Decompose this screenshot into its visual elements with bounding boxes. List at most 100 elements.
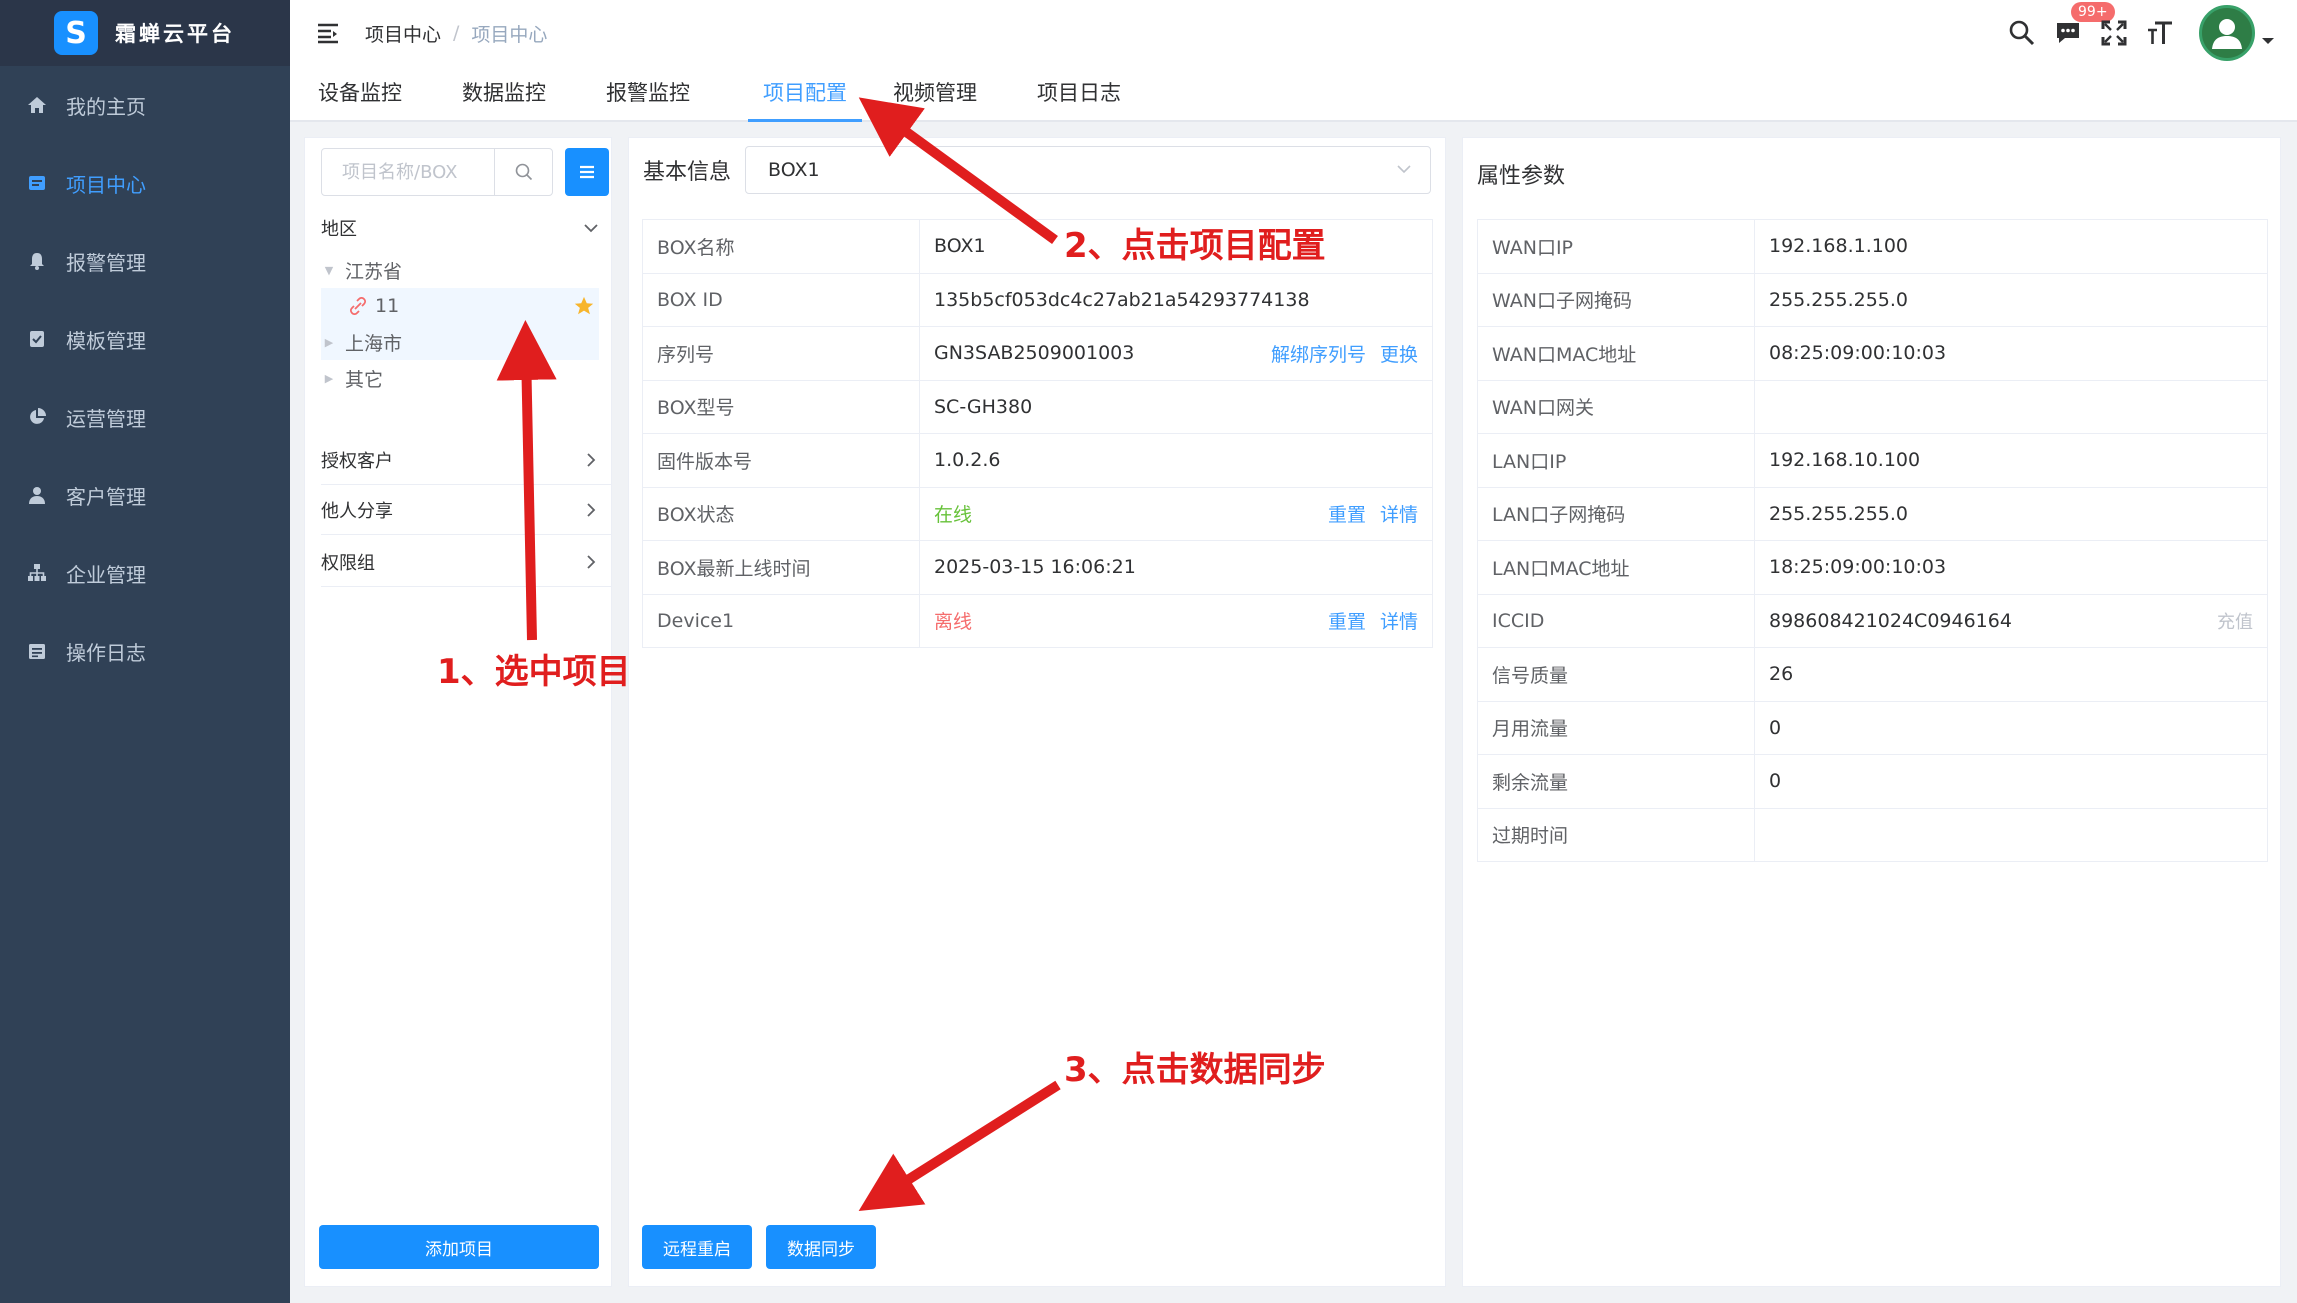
- row-key: 剩余流量: [1477, 754, 1755, 809]
- tree-node-jiangsu[interactable]: ▼ 江苏省: [321, 252, 599, 288]
- row-key: WAN口子网掩码: [1477, 272, 1755, 327]
- sidebar: S 霜蝉云平台 我的主页 项目中心 报警管理 模板管理 运营管理 客户管理 企业…: [0, 0, 290, 1303]
- region-filter[interactable]: 地区: [321, 208, 611, 248]
- sidebar-item-label: 模板管理: [66, 328, 146, 353]
- list-view-button[interactable]: [565, 148, 609, 196]
- top-bar: 项目中心 / 项目中心 99+: [290, 0, 2297, 66]
- list-icon: [580, 165, 594, 179]
- star-icon[interactable]: [573, 295, 595, 317]
- logo-icon: S: [54, 11, 98, 55]
- row-key: 过期时间: [1477, 807, 1755, 862]
- table-row: 剩余流量 0: [1477, 754, 2268, 809]
- row-value: 18:25:09:00:10:03: [1754, 540, 2268, 595]
- row-value: 192.168.10.100: [1754, 433, 2268, 488]
- nav-authorized-customers[interactable]: 授权客户: [321, 435, 611, 485]
- row-key: 月用流量: [1477, 700, 1755, 755]
- app-name: 霜蝉云平台: [115, 22, 235, 46]
- row-value: 255.255.255.0: [1754, 486, 2268, 541]
- app-root: S 霜蝉云平台 我的主页 项目中心 报警管理 模板管理 运营管理 客户管理 企业…: [0, 0, 2297, 1303]
- row-value: 26: [1754, 647, 2268, 702]
- search-icon[interactable]: [2005, 16, 2039, 50]
- chevron-right-icon: [587, 452, 596, 467]
- sidebar-item-customers[interactable]: 客户管理: [0, 456, 290, 534]
- message-icon[interactable]: 99+: [2051, 2, 2115, 50]
- breadcrumb-item[interactable]: 项目中心: [365, 20, 441, 47]
- status-offline: 离线: [934, 611, 973, 634]
- sidebar-item-label: 客户管理: [66, 484, 146, 509]
- avatar[interactable]: [2199, 5, 2255, 61]
- sidebar-item-logs[interactable]: 操作日志: [0, 612, 290, 690]
- row-value: 2025-03-15 16:06:21: [919, 540, 1433, 595]
- device-status-cell: 离线 重置 详情: [919, 593, 1433, 648]
- tree-node-shanghai[interactable]: ▶ 上海市: [321, 324, 599, 360]
- search-button[interactable]: [494, 149, 552, 195]
- data-sync-button[interactable]: 数据同步: [766, 1225, 876, 1269]
- breadcrumb-separator: /: [453, 22, 460, 44]
- row-key: BOX型号: [642, 379, 920, 434]
- sidebar-item-template[interactable]: 模板管理: [0, 300, 290, 378]
- bell-icon: [26, 250, 48, 272]
- nav-label: 授权客户: [321, 450, 393, 472]
- nav-label: 他人分享: [321, 500, 393, 522]
- sidebar-item-home[interactable]: 我的主页: [0, 66, 290, 144]
- project-search-input[interactable]: [322, 149, 494, 195]
- tree-node-other[interactable]: ▶ 其它: [321, 360, 599, 396]
- remote-reboot-button[interactable]: 远程重启: [642, 1225, 752, 1269]
- font-size-icon[interactable]: [2143, 16, 2177, 50]
- sidebar-item-label: 报警管理: [66, 250, 146, 275]
- sidebar-item-label: 我的主页: [66, 94, 146, 119]
- row-key: 固件版本号: [642, 433, 920, 488]
- row-value: 898608421024C0946164: [1769, 609, 2012, 632]
- reset-link[interactable]: 重置: [1328, 607, 1366, 634]
- row-value: GN3SAB2509001003: [934, 342, 1135, 365]
- row-value: 0: [1754, 754, 2268, 809]
- sidebar-item-enterprise[interactable]: 企业管理: [0, 534, 290, 612]
- sidebar-item-label: 企业管理: [66, 562, 146, 587]
- row-key: Device1: [642, 593, 920, 648]
- row-value: [1754, 379, 2268, 434]
- row-key: LAN口子网掩码: [1477, 486, 1755, 541]
- tree-node-label: 11: [375, 295, 400, 317]
- log-icon: [26, 640, 48, 662]
- sidebar-item-alarm[interactable]: 报警管理: [0, 222, 290, 300]
- tree-node-label: 其它: [345, 368, 384, 391]
- tab-data-monitor[interactable]: 数据监控: [462, 66, 546, 122]
- details-link[interactable]: 详情: [1380, 607, 1418, 634]
- nav-permission-groups[interactable]: 权限组: [321, 537, 611, 587]
- table-row: BOX ID 135b5cf053dc4c27ab21a54293774138: [642, 272, 1433, 327]
- chevron-down-icon: [584, 224, 598, 233]
- table-row: WAN口子网掩码 255.255.255.0: [1477, 272, 2268, 327]
- tree-node-project-11[interactable]: 11: [321, 288, 599, 324]
- tab-project-config[interactable]: 项目配置: [748, 66, 862, 122]
- reset-link[interactable]: 重置: [1328, 500, 1366, 527]
- row-key: LAN口IP: [1477, 433, 1755, 488]
- add-project-button[interactable]: 添加项目: [319, 1225, 599, 1269]
- table-row: 序列号 GN3SAB2509001003 解绑序列号 更换: [642, 326, 1433, 381]
- sidebar-item-operations[interactable]: 运营管理: [0, 378, 290, 456]
- project-tree-panel: 地区 ▼ 江苏省 11 ▶ 上海市 ▶ 其它 授权客户 他人分享 权限: [304, 137, 612, 1287]
- basic-info-title: 基本信息: [643, 160, 732, 185]
- recharge-link[interactable]: 充值: [2217, 595, 2253, 647]
- fullscreen-icon[interactable]: [2097, 16, 2131, 50]
- attributes-panel: 属性参数 WAN口IP 192.168.1.100 WAN口子网掩码 255.255…: [1462, 137, 2281, 1287]
- unbind-serial-link[interactable]: 解绑序列号: [1271, 340, 1366, 367]
- nav-label: 权限组: [321, 552, 375, 574]
- annotation-step2: 2、点击项目配置: [1064, 226, 1326, 266]
- tab-alarm-monitor[interactable]: 报警监控: [606, 66, 690, 122]
- menu-toggle-icon[interactable]: [315, 20, 341, 46]
- row-value: 08:25:09:00:10:03: [1754, 326, 2268, 381]
- table-row: 过期时间: [1477, 807, 2268, 862]
- tab-video-management[interactable]: 视频管理: [893, 66, 977, 122]
- sidebar-item-project-center[interactable]: 项目中心: [0, 144, 290, 222]
- replace-link[interactable]: 更换: [1380, 340, 1418, 367]
- box-select-value: BOX1: [768, 159, 820, 181]
- tab-project-log[interactable]: 项目日志: [1037, 66, 1121, 122]
- nav-shared-by-others[interactable]: 他人分享: [321, 485, 611, 535]
- region-label: 地区: [321, 219, 357, 240]
- row-value: 192.168.1.100: [1754, 219, 2268, 274]
- chevron-down-icon[interactable]: [2261, 36, 2275, 46]
- box-select[interactable]: BOX1: [745, 146, 1431, 194]
- caret-right-icon: ▶: [324, 371, 334, 385]
- details-link[interactable]: 详情: [1380, 500, 1418, 527]
- tab-device-monitor[interactable]: 设备监控: [318, 66, 402, 122]
